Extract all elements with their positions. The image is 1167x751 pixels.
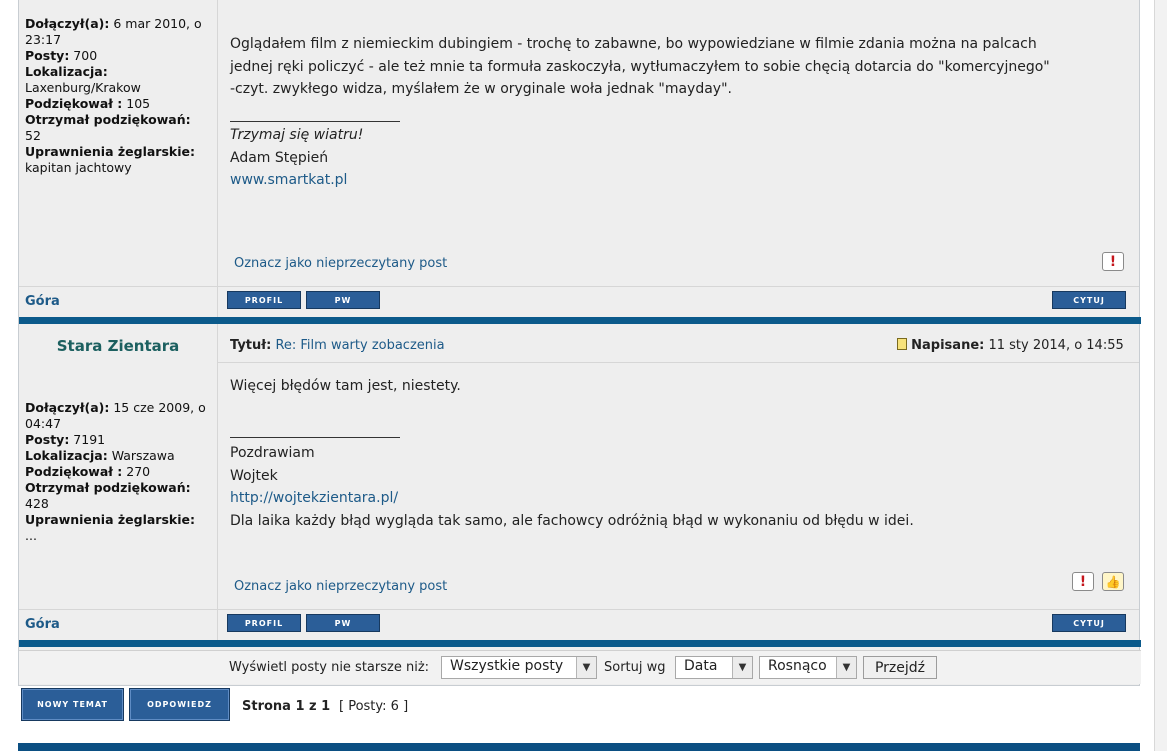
quote-button[interactable]: Cytuj (1052, 614, 1126, 632)
post-text-line: -czyt. zwykłego widza, myślałem że w ory… (230, 81, 732, 97)
signature-link[interactable]: http://wojtekzientara.pl/ (230, 490, 398, 506)
chevron-down-icon: ▼ (836, 657, 856, 678)
author-profile: Dołączył(a): 15 cze 2009, o 04:47 Posty:… (25, 400, 206, 543)
mark-unread-link[interactable]: Oznacz jako nieprzeczytany post (234, 256, 447, 271)
chevron-down-icon: ▼ (576, 657, 596, 678)
posts-count: [ Posty: 6 ] (339, 699, 409, 714)
signature-motto: Trzymaj się wiatru! (230, 127, 364, 143)
column-divider (217, 0, 218, 318)
topic-view: Dołączył(a): 6 mar 2010, o 23:17 Posty: … (18, 0, 1141, 751)
author-username[interactable]: Stara Zientara (19, 337, 217, 355)
display-options-bar: Wyświetl posty nie starsze niż: Wszystki… (19, 650, 1141, 684)
post-icon[interactable] (897, 338, 907, 350)
signature-name: Wojtek (230, 467, 278, 484)
quote-button[interactable]: Cytuj (1052, 291, 1126, 309)
pm-button[interactable]: PW (306, 291, 380, 309)
post-date: Napisane: 11 sty 2014, o 14:55 (897, 338, 1124, 353)
post-title-link[interactable]: Re: Film warty zobaczenia (275, 338, 444, 353)
signature-divider (230, 437, 400, 438)
profile-button[interactable]: Profil (227, 614, 301, 632)
posts-panel: Dołączył(a): 6 mar 2010, o 23:17 Posty: … (18, 0, 1141, 686)
report-icon[interactable]: ! (1102, 252, 1124, 271)
post-title: Tytuł: Re: Film warty zobaczenia (230, 338, 445, 353)
reply-button[interactable]: Odpowiedz (129, 688, 230, 721)
show-posts-label: Wyświetl posty nie starsze niż: (229, 660, 430, 675)
signature: Trzymaj się wiatru! Adam Stępień www.sma… (230, 121, 400, 192)
footer-bar (18, 743, 1140, 751)
divider (217, 362, 1139, 363)
post-text-line: Oglądałem film z niemieckim dubingiem - … (230, 36, 1037, 52)
new-topic-button[interactable]: Nowy temat (21, 688, 124, 721)
sort-direction-select[interactable]: Rosnąco ▼ (759, 656, 857, 679)
signature-link[interactable]: www.smartkat.pl (230, 172, 347, 188)
post-body: Oglądałem film z niemieckim dubingiem - … (230, 33, 1130, 101)
report-icon[interactable]: ! (1072, 572, 1094, 591)
author-profile: Dołączył(a): 6 mar 2010, o 23:17 Posty: … (25, 16, 202, 175)
top-link[interactable]: Góra (25, 617, 60, 632)
signature: Pozdrawiam Wojtek http://wojtekzientara.… (230, 420, 1130, 532)
page-info: Strona 1 z 1 (242, 699, 331, 714)
signature-divider (230, 121, 400, 122)
go-button[interactable]: Przejdź (863, 656, 937, 679)
mark-unread-link[interactable]: Oznacz jako nieprzeczytany post (234, 579, 447, 594)
sort-label: Sortuj wg (604, 660, 666, 675)
signature-name: Adam Stępień (230, 149, 329, 166)
sort-key-select[interactable]: Data ▼ (675, 656, 753, 679)
thumbs-up-icon[interactable]: 👍 (1102, 572, 1124, 591)
divider (19, 286, 1139, 287)
divider (19, 609, 1139, 610)
signature-quote: Dla laika każdy błąd wygląda tak samo, a… (230, 512, 914, 529)
days-select[interactable]: Wszystkie posty ▼ (441, 656, 597, 679)
post-body: Więcej błędów tam jest, niestety. (230, 378, 461, 394)
profile-button[interactable]: Profil (227, 291, 301, 309)
post-separator (19, 640, 1141, 647)
column-divider (217, 324, 218, 640)
signature-greeting: Pozdrawiam (230, 445, 315, 461)
post-separator (19, 317, 1141, 324)
window-scrollbar[interactable] (1154, 0, 1167, 751)
chevron-down-icon: ▼ (732, 657, 752, 678)
top-link[interactable]: Góra (25, 294, 60, 309)
post-text-line: jednej ręki policzyć - ale też mnie ta f… (230, 58, 1050, 75)
pm-button[interactable]: PW (306, 614, 380, 632)
